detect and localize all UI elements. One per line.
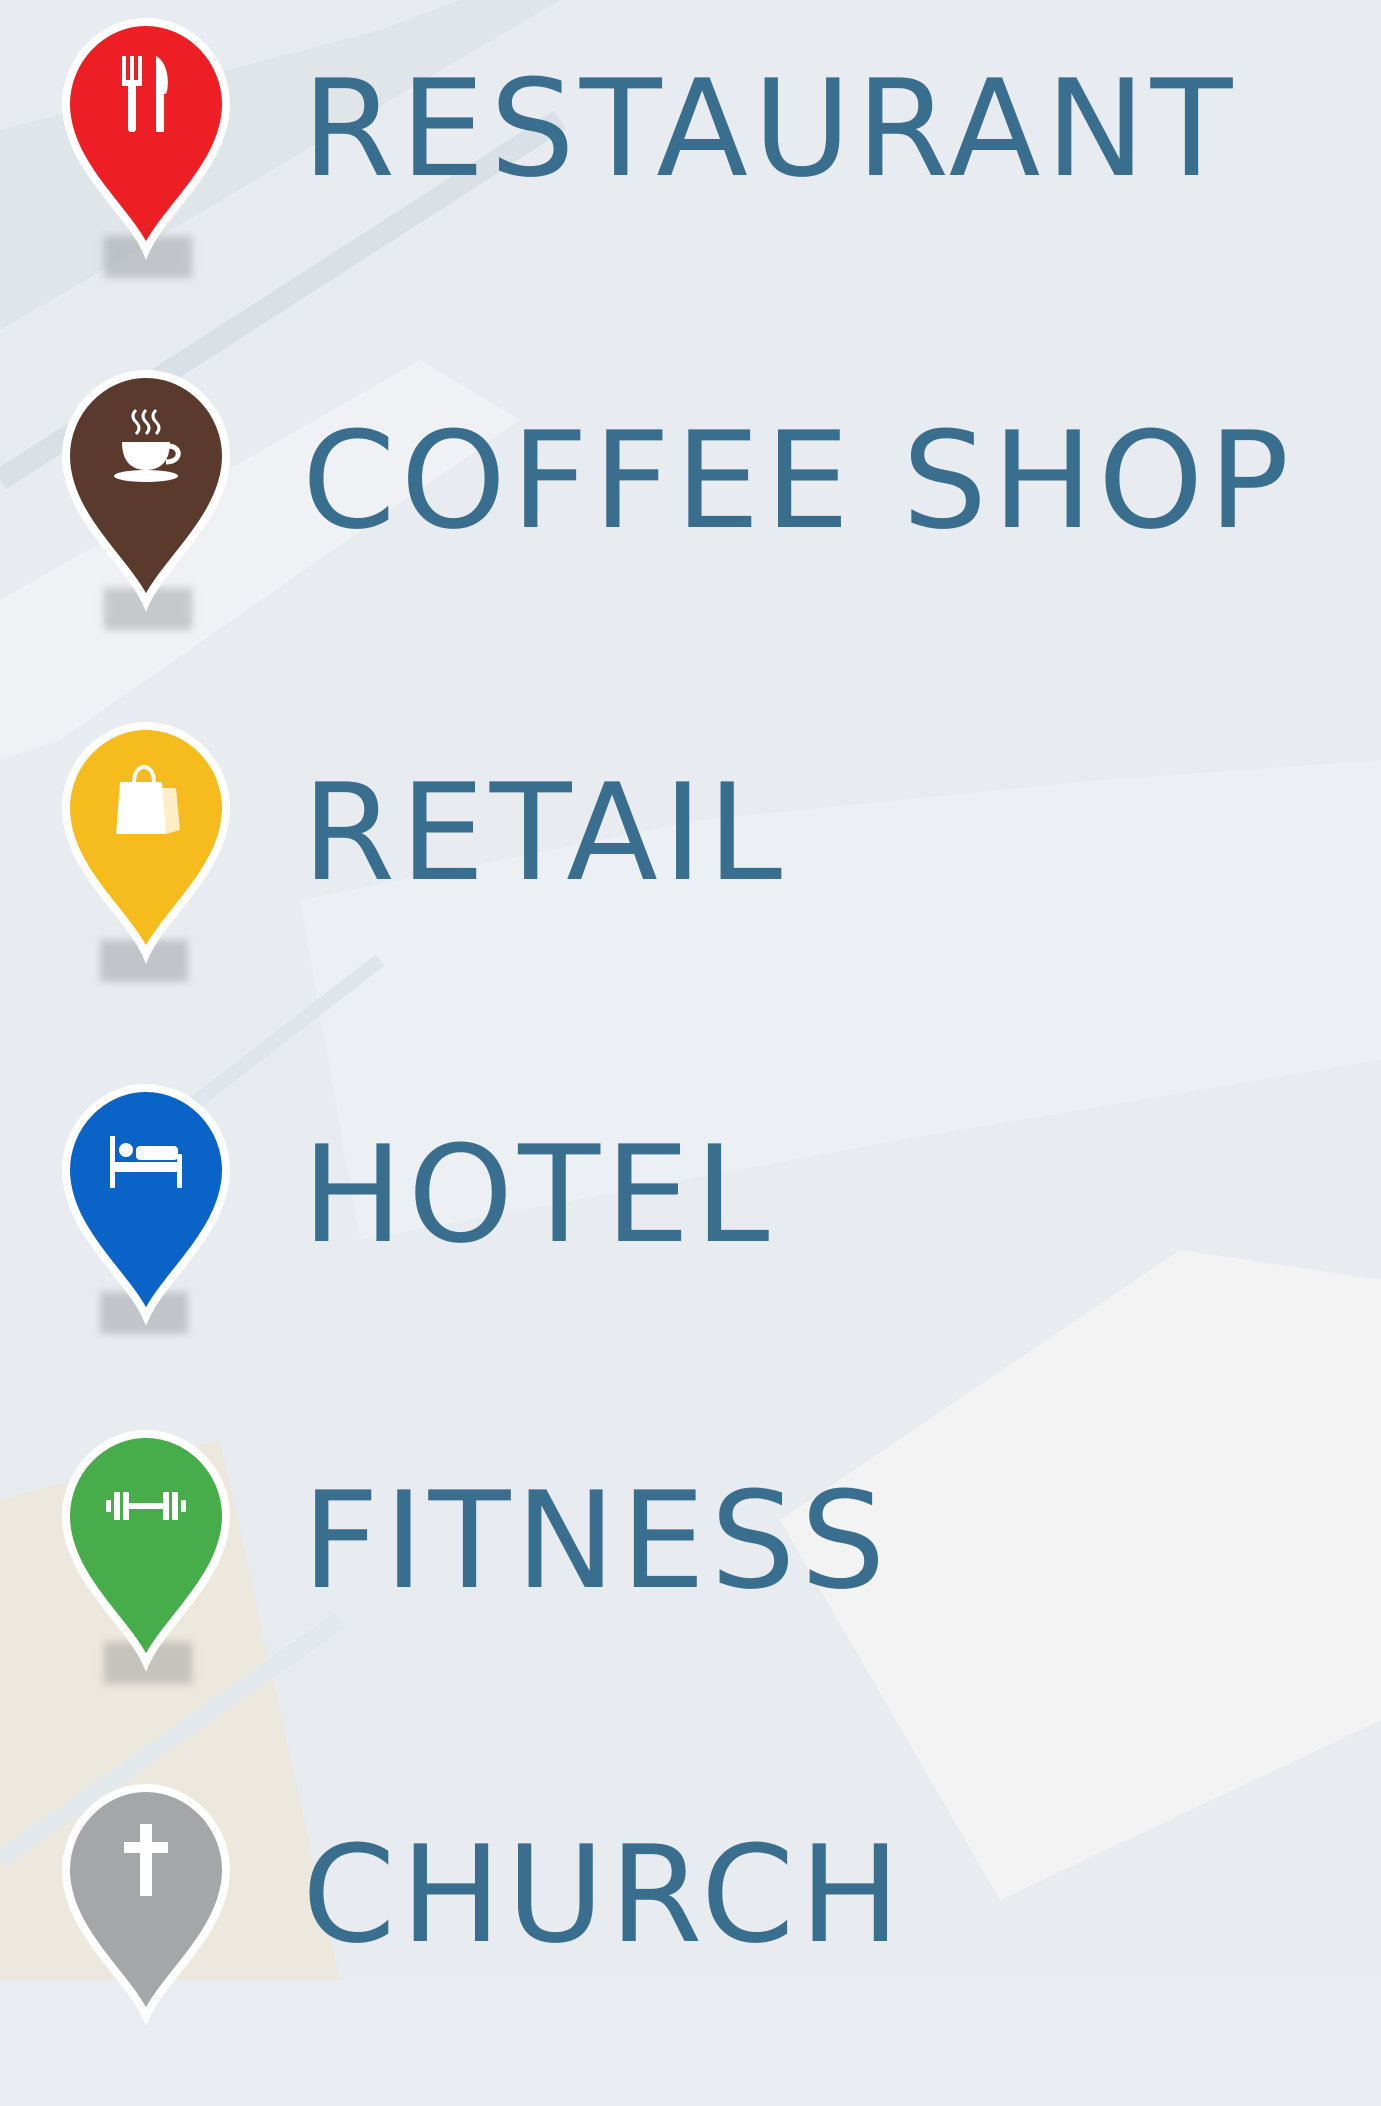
legend-label: CHURCH bbox=[302, 1817, 906, 1973]
retail-pin-icon[interactable] bbox=[58, 718, 234, 968]
legend-item-coffee-shop: COFFEE SHOP bbox=[0, 352, 1381, 692]
legend-item-retail: RETAIL bbox=[0, 704, 1381, 1044]
legend-item-fitness: FITNESS bbox=[0, 1412, 1381, 1752]
legend-label: RESTAURANT bbox=[302, 51, 1238, 207]
fitness-pin-icon[interactable] bbox=[58, 1426, 234, 1676]
bed-icon bbox=[110, 1136, 182, 1188]
dumbbell-icon bbox=[106, 1492, 186, 1520]
shopping-bag-icon bbox=[116, 765, 180, 834]
legend-label: COFFEE SHOP bbox=[302, 403, 1295, 559]
legend-label: FITNESS bbox=[302, 1463, 891, 1619]
map-legend: RESTAURANT COFFEE SHOP RETAIL HOTEL FITN… bbox=[0, 0, 1381, 2026]
restaurant-pin-icon[interactable] bbox=[58, 14, 234, 264]
legend-label: RETAIL bbox=[302, 755, 788, 911]
legend-label: HOTEL bbox=[302, 1117, 775, 1273]
legend-item-hotel: HOTEL bbox=[0, 1066, 1381, 1406]
fork-knife-icon bbox=[122, 56, 168, 132]
cross-icon bbox=[124, 1824, 168, 1896]
coffee-shop-pin-icon[interactable] bbox=[58, 366, 234, 616]
coffee-cup-icon bbox=[114, 408, 181, 482]
church-pin-icon[interactable] bbox=[58, 1780, 234, 2030]
hotel-pin-icon[interactable] bbox=[58, 1080, 234, 1330]
legend-item-restaurant: RESTAURANT bbox=[0, 0, 1381, 340]
legend-item-church: CHURCH bbox=[0, 1766, 1381, 2106]
